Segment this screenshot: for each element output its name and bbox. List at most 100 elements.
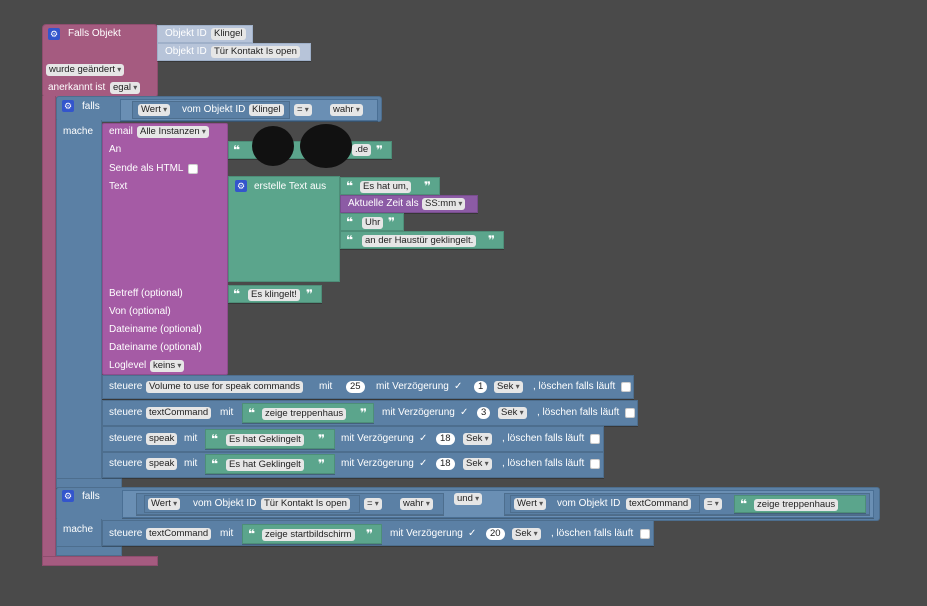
delay-check-icon[interactable]: ✓: [460, 406, 468, 420]
delay-check-icon[interactable]: ✓: [468, 527, 476, 541]
clear-label: , löschen falls läuft: [551, 528, 634, 539]
open-quote-icon: ❝: [346, 215, 354, 229]
delay-label: mit Verzögerung: [390, 528, 463, 539]
html-checkbox[interactable]: [188, 164, 198, 174]
unit-dropdown[interactable]: Sek: [494, 381, 523, 393]
event-block-spine: [42, 96, 56, 564]
clear-label: , löschen falls läuft: [537, 407, 620, 418]
delay-value[interactable]: 18: [436, 458, 455, 470]
operator-dropdown[interactable]: =: [364, 498, 382, 510]
clear-label: , löschen falls läuft: [502, 458, 585, 469]
gear-icon[interactable]: ⚙: [48, 28, 60, 40]
text-item-2[interactable]: Uhr: [362, 217, 384, 229]
html-label: Sende als HTML: [109, 163, 184, 174]
subject-value[interactable]: Es klingelt!: [248, 289, 300, 301]
instance-dropdown[interactable]: Alle Instanzen: [137, 126, 209, 138]
open-quote-icon: ❝: [233, 287, 241, 301]
open-quote-icon: ❝: [248, 527, 256, 541]
object-id-label: Objekt ID: [165, 46, 207, 57]
open-quote-icon: ❝: [233, 143, 241, 157]
changed-dropdown[interactable]: wurde geändert: [46, 64, 125, 76]
gear-icon[interactable]: ⚙: [235, 180, 247, 192]
ack-dropdown[interactable]: egal: [110, 82, 141, 94]
close-quote-icon: ❞: [306, 287, 314, 301]
object-value[interactable]: Tür Kontakt Is open: [261, 498, 350, 510]
clear-checkbox[interactable]: [590, 459, 600, 469]
text-item-1[interactable]: Es hat um,: [360, 181, 412, 193]
time-format-dropdown[interactable]: SS:mm: [422, 198, 466, 210]
with-label: mit: [319, 381, 333, 392]
operator-dropdown[interactable]: =: [294, 104, 312, 116]
clear-checkbox[interactable]: [590, 434, 600, 444]
control-target[interactable]: textCommand: [146, 407, 212, 419]
gear-icon[interactable]: ⚙: [62, 490, 74, 502]
event-title: Falls Objekt: [68, 28, 121, 39]
close-quote-icon: ❞: [318, 432, 326, 446]
value-dropdown[interactable]: Wert: [138, 104, 171, 116]
filename-label-2: Dateiname (optional): [109, 342, 202, 353]
from-object-label: vom Objekt ID: [193, 498, 257, 509]
delay-check-icon[interactable]: ✓: [419, 432, 427, 446]
with-label: mit: [184, 433, 198, 444]
clear-checkbox[interactable]: [640, 529, 650, 539]
from-label: Von (optional): [109, 306, 171, 317]
close-quote-icon: ❞: [366, 527, 374, 541]
clear-label: , löschen falls läuft: [533, 381, 616, 392]
loglevel-dropdown[interactable]: keins: [150, 360, 185, 372]
control-label: steuere: [109, 433, 143, 444]
if-block-2-bottom: [56, 546, 122, 556]
text-item-3[interactable]: an der Haustür geklingelt.: [362, 235, 477, 247]
control-value[interactable]: Es hat Geklingelt: [226, 459, 304, 471]
object-id-value-2[interactable]: Tür Kontakt Is open: [211, 46, 300, 58]
delay-check-icon[interactable]: ✓: [454, 380, 462, 394]
control-label: steuere: [109, 407, 143, 418]
open-quote-icon: ❝: [740, 497, 748, 511]
delay-label: mit Verzögerung: [376, 381, 449, 392]
value-dropdown[interactable]: Wert: [514, 498, 547, 510]
bool-dropdown[interactable]: wahr: [400, 498, 433, 510]
close-quote-icon: ❞: [424, 179, 432, 193]
control-number[interactable]: 25: [346, 381, 365, 393]
ack-label: anerkannt ist: [48, 82, 106, 93]
if-label: falls: [82, 491, 100, 502]
text-label: Text: [109, 181, 128, 192]
close-quote-icon: ❞: [318, 457, 326, 471]
delay-value[interactable]: 1: [474, 381, 488, 393]
close-quote-icon: ❞: [376, 143, 384, 157]
object-value[interactable]: textCommand: [626, 498, 692, 510]
bool-dropdown[interactable]: wahr: [330, 104, 363, 116]
unit-dropdown[interactable]: Sek: [463, 433, 492, 445]
control-target[interactable]: speak: [146, 458, 178, 470]
object-value[interactable]: Klingel: [249, 104, 284, 116]
unit-dropdown[interactable]: Sek: [498, 407, 527, 419]
close-quote-icon: ❞: [360, 406, 368, 420]
unit-dropdown[interactable]: Sek: [512, 528, 541, 540]
with-label: mit: [220, 407, 234, 418]
control-value[interactable]: zeige treppenhaus: [262, 408, 347, 420]
value-dropdown[interactable]: Wert: [148, 498, 181, 510]
gear-icon[interactable]: ⚙: [62, 100, 74, 112]
control-target[interactable]: speak: [146, 433, 178, 445]
delay-value[interactable]: 20: [486, 528, 505, 540]
to-label: An: [109, 144, 122, 155]
clear-checkbox[interactable]: [621, 382, 631, 392]
control-value[interactable]: Es hat Geklingelt: [226, 434, 304, 446]
open-quote-icon: ❝: [248, 406, 256, 420]
control-label: steuere: [109, 458, 143, 469]
unit-dropdown[interactable]: Sek: [463, 458, 492, 470]
control-target[interactable]: Volume to use for speak commands: [146, 381, 304, 393]
control-value[interactable]: zeige startbildschirm: [262, 529, 355, 541]
clear-checkbox[interactable]: [625, 408, 635, 418]
delay-check-icon[interactable]: ✓: [419, 457, 427, 471]
create-text-label: erstelle Text aus: [254, 181, 327, 192]
loglevel-label: Loglevel: [109, 360, 147, 371]
operator-dropdown[interactable]: =: [704, 498, 722, 510]
and-dropdown[interactable]: und: [454, 493, 483, 505]
compare-text-value[interactable]: zeige treppenhaus: [754, 499, 839, 511]
email-block[interactable]: [102, 123, 228, 375]
object-id-value-1[interactable]: Klingel: [211, 28, 246, 40]
delay-value[interactable]: 3: [477, 407, 491, 419]
delay-value[interactable]: 18: [436, 433, 455, 445]
control-target[interactable]: textCommand: [146, 528, 212, 540]
filename-label-1: Dateiname (optional): [109, 324, 202, 335]
